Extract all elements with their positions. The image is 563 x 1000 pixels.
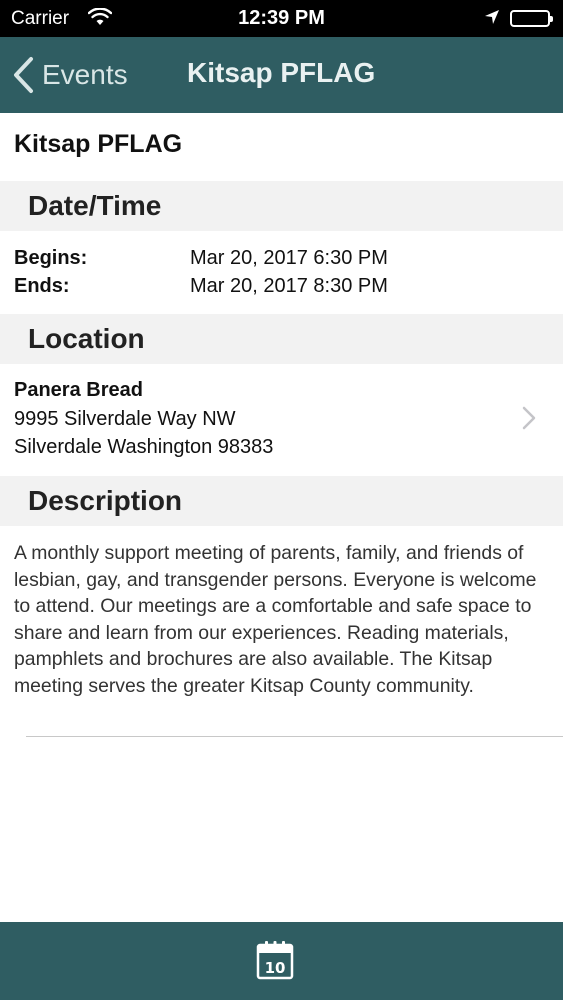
chevron-right-icon xyxy=(522,406,536,435)
chevron-left-icon xyxy=(12,56,34,94)
description-text: A monthly support meeting of parents, fa… xyxy=(14,542,537,697)
tab-bar: 10 xyxy=(0,922,563,1000)
calendar-icon: 10 xyxy=(256,941,294,980)
begins-value: Mar 20, 2017 6:30 PM xyxy=(190,247,388,269)
section-header-location: Location xyxy=(0,314,563,364)
calendar-day: 10 xyxy=(265,959,286,977)
begins-label: Begins: xyxy=(14,247,88,269)
battery-icon xyxy=(510,10,553,27)
ends-label: Ends: xyxy=(14,275,70,297)
back-button[interactable]: Events xyxy=(12,55,128,95)
location-cell[interactable]: Panera Bread 9995 Silverdale Way NW Silv… xyxy=(0,366,563,470)
section-header-datetime: Date/Time xyxy=(0,181,563,231)
divider xyxy=(26,736,563,737)
nav-title: Kitsap PFLAG xyxy=(187,57,376,88)
navigation-bar: Events Kitsap PFLAG xyxy=(0,37,563,113)
location-name: Panera Bread xyxy=(14,379,143,401)
calendar-tab[interactable]: 10 xyxy=(256,940,294,980)
back-label: Events xyxy=(42,59,128,90)
location-address-line2: Silverdale Washington 98383 xyxy=(14,436,274,458)
status-time: 12:39 PM xyxy=(238,7,325,29)
section-header-description: Description xyxy=(0,476,563,526)
location-address-line1: 9995 Silverdale Way NW xyxy=(14,408,236,430)
ends-value: Mar 20, 2017 8:30 PM xyxy=(190,275,388,297)
event-title: Kitsap PFLAG xyxy=(14,130,183,158)
location-arrow-icon xyxy=(484,9,500,31)
status-bar: Carrier 12:39 PM xyxy=(0,0,563,37)
